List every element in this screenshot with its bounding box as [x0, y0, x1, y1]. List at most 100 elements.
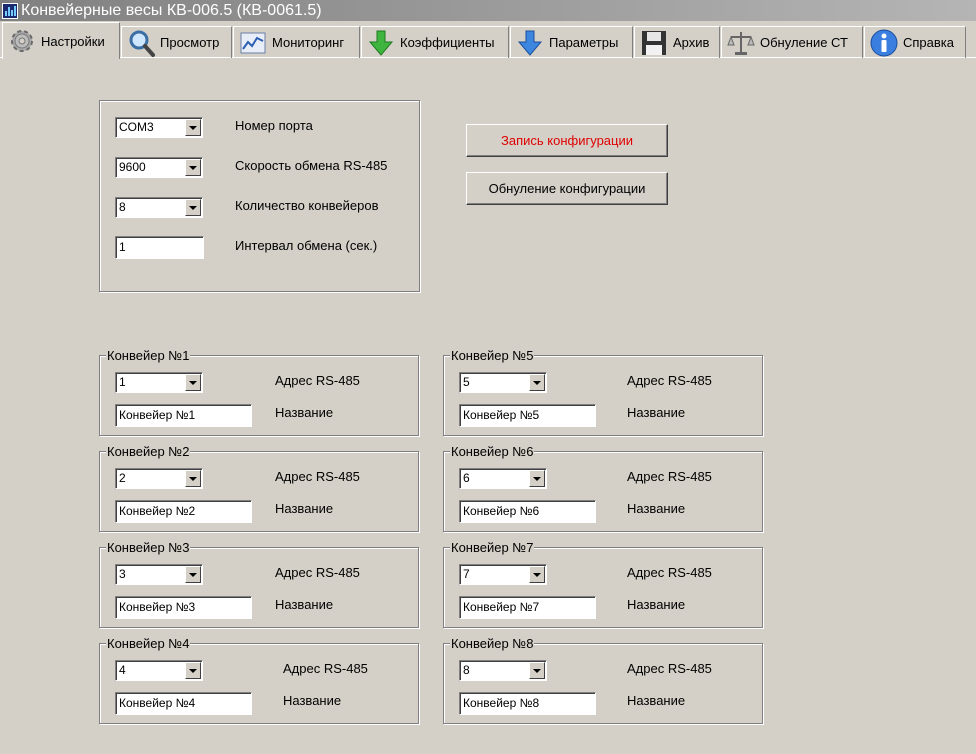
tab-label: Справка: [903, 35, 954, 50]
tab-label: Обнуление СТ: [760, 35, 848, 50]
dropdown-arrow-icon[interactable]: [185, 119, 201, 136]
dropdown-arrow-icon[interactable]: [185, 374, 201, 391]
address-select[interactable]: 2: [115, 468, 203, 489]
group-caption: Конвейер №7: [450, 540, 535, 555]
title-bar[interactable]: Конвейерные весы КВ-006.5 (КВ-0061.5): [0, 0, 976, 21]
name-label: Название: [627, 405, 686, 420]
address-select[interactable]: 3: [115, 564, 203, 585]
dropdown-arrow-icon[interactable]: [185, 566, 201, 583]
address-select[interactable]: 4: [115, 660, 203, 681]
dropdown-arrow-icon[interactable]: [185, 470, 201, 487]
address-value: 1: [119, 375, 126, 389]
window-title: Конвейерные весы КВ-006.5 (КВ-0061.5): [21, 1, 322, 19]
dropdown-arrow-icon[interactable]: [185, 662, 201, 679]
address-value: 2: [119, 471, 126, 485]
tab-strip: Настройки Просмотр Мониторинг Коэффициен…: [0, 22, 976, 59]
conveyor-count-label: Количество конвейеров: [235, 198, 379, 213]
tab-monitoring[interactable]: Мониторинг: [233, 26, 360, 58]
dropdown-arrow-icon[interactable]: [529, 470, 545, 487]
group-caption: Конвейер №4: [106, 636, 191, 651]
conveyor-group-6: Конвейер №6 6 Адрес RS-485 Конвейер №6 Н…: [443, 444, 763, 532]
dropdown-arrow-icon[interactable]: [185, 199, 201, 216]
conveyor-name-input[interactable]: Конвейер №5: [459, 404, 596, 427]
address-label: Адрес RS-485: [627, 565, 712, 580]
conveyor-name-input[interactable]: Конвейер №6: [459, 500, 596, 523]
conveyor-name-input[interactable]: Конвейер №2: [115, 500, 252, 523]
info-icon: [870, 29, 898, 56]
dropdown-arrow-icon[interactable]: [529, 662, 545, 679]
baud-select[interactable]: 9600: [115, 157, 203, 178]
tab-label: Параметры: [549, 35, 619, 50]
address-label: Адрес RS-485: [627, 469, 712, 484]
address-label: Адрес RS-485: [275, 469, 360, 484]
conveyor-name-input[interactable]: Конвейер №1: [115, 404, 252, 427]
name-label: Название: [275, 405, 334, 420]
conveyor-name-input[interactable]: Конвейер №4: [115, 692, 252, 715]
conveyor-group-5: Конвейер №5 5 Адрес RS-485 Конвейер №5 Н…: [443, 348, 763, 436]
address-select[interactable]: 1: [115, 372, 203, 393]
conveyor-group-3: Конвейер №3 3 Адрес RS-485 Конвейер №3 Н…: [99, 540, 419, 628]
interval-input[interactable]: 1: [115, 236, 204, 259]
group-caption: Конвейер №3: [106, 540, 191, 555]
conveyor-group-8: Конвейер №8 8 Адрес RS-485 Конвейер №8 Н…: [443, 636, 763, 724]
green-down-arrow-icon: [368, 30, 394, 56]
tab-help[interactable]: Справка: [864, 26, 966, 58]
port-select[interactable]: COM3: [115, 117, 203, 138]
tab-label: Коэффициенты: [400, 35, 495, 50]
baud-value: 9600: [119, 160, 146, 174]
dropdown-arrow-icon[interactable]: [529, 566, 545, 583]
magnifier-icon: [129, 30, 155, 57]
tab-settings[interactable]: Настройки: [2, 22, 120, 59]
write-config-button[interactable]: Запись конфигурации: [466, 124, 668, 157]
conveyor-name-input[interactable]: Конвейер №3: [115, 596, 252, 619]
name-label: Название: [275, 501, 334, 516]
conveyor-count-select[interactable]: 8: [115, 197, 203, 218]
conveyor-group-7: Конвейер №7 7 Адрес RS-485 Конвейер №7 Н…: [443, 540, 763, 628]
tab-archive[interactable]: Архив: [634, 26, 720, 58]
tab-view[interactable]: Просмотр: [121, 26, 232, 58]
conveyor-group-2: Конвейер №2 2 Адрес RS-485 Конвейер №2 Н…: [99, 444, 419, 532]
address-value: 4: [119, 663, 126, 677]
group-caption: Конвейер №5: [450, 348, 535, 363]
group-caption: Конвейер №2: [106, 444, 191, 459]
dropdown-arrow-icon[interactable]: [529, 374, 545, 391]
address-label: Адрес RS-485: [627, 661, 712, 676]
address-value: 6: [463, 471, 470, 485]
tab-label: Мониторинг: [272, 35, 345, 50]
port-value: COM3: [119, 120, 154, 134]
name-label: Название: [627, 597, 686, 612]
address-select[interactable]: 5: [459, 372, 547, 393]
name-label: Название: [627, 693, 686, 708]
address-select[interactable]: 8: [459, 660, 547, 681]
group-caption: Конвейер №8: [450, 636, 535, 651]
group-caption: Конвейер №1: [106, 348, 191, 363]
group-caption: Конвейер №6: [450, 444, 535, 459]
tab-coefficients[interactable]: Коэффициенты: [361, 26, 509, 58]
conveyor-name-input[interactable]: Конвейер №8: [459, 692, 596, 715]
connection-settings-group: COM3 Номер порта 9600 Скорость обмена RS…: [99, 100, 420, 292]
name-label: Название: [627, 501, 686, 516]
tab-label: Архив: [673, 35, 710, 50]
address-select[interactable]: 6: [459, 468, 547, 489]
tab-zero-st[interactable]: Обнуление СТ: [721, 26, 863, 58]
reset-config-button[interactable]: Обнуление конфигурации: [466, 172, 668, 205]
address-value: 5: [463, 375, 470, 389]
address-label: Адрес RS-485: [275, 373, 360, 388]
address-select[interactable]: 7: [459, 564, 547, 585]
address-value: 8: [463, 663, 470, 677]
blue-down-arrow-icon: [517, 30, 543, 56]
port-label: Номер порта: [235, 118, 313, 133]
name-label: Название: [283, 693, 342, 708]
scale-icon: [727, 31, 755, 55]
tab-label: Настройки: [41, 33, 105, 49]
address-label: Адрес RS-485: [283, 661, 368, 676]
address-label: Адрес RS-485: [627, 373, 712, 388]
conveyor-name-input[interactable]: Конвейер №7: [459, 596, 596, 619]
tab-parameters[interactable]: Параметры: [510, 26, 633, 58]
tab-label: Просмотр: [160, 35, 220, 50]
conveyor-count-value: 8: [119, 200, 126, 214]
dropdown-arrow-icon[interactable]: [185, 159, 201, 176]
floppy-disk-icon: [642, 30, 666, 55]
chart-icon: [240, 32, 266, 53]
address-label: Адрес RS-485: [275, 565, 360, 580]
